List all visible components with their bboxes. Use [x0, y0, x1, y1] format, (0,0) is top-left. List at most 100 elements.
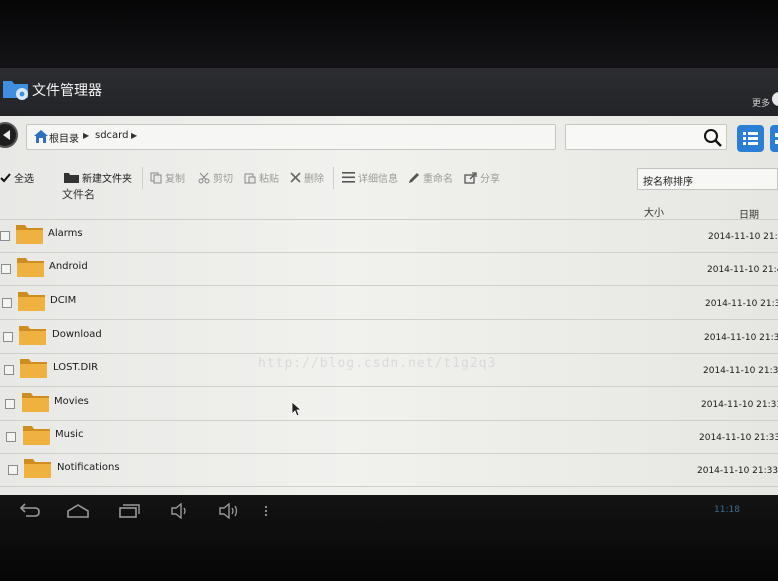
share-label: 分享: [480, 174, 500, 185]
paste-icon: [244, 173, 256, 183]
file-row[interactable]: Movies 2014-11-10 21:33: [0, 388, 778, 421]
column-header-name[interactable]: 文件名: [62, 186, 95, 202]
system-navigation-bar: [0, 495, 778, 529]
row-checkbox[interactable]: [8, 465, 18, 475]
file-date: 2014-11-10 21:4: [707, 265, 778, 275]
scissors-icon: [198, 172, 210, 183]
file-name: Download: [52, 329, 102, 340]
details-button[interactable]: 详细信息: [342, 170, 398, 186]
breadcrumb: 根目录 ▶ sdcard ▶: [26, 124, 556, 150]
file-date: 2014-11-10 21:3: [708, 232, 778, 242]
watermark: http://blog.csdn.net/t1g2q3: [258, 356, 497, 371]
status-clock: 11:18: [714, 505, 740, 515]
file-date: 2014-11-10 21:33: [697, 466, 778, 476]
folder-icon: [18, 292, 45, 311]
copy-button[interactable]: 复制: [150, 170, 185, 186]
file-row[interactable]: Music 2014-11-10 21:33: [0, 421, 778, 454]
back-icon[interactable]: [18, 503, 42, 519]
action-bar: 文件管理器 更多: [0, 68, 778, 116]
new-folder-icon: [64, 173, 79, 183]
file-date: 2014-11-10 21:33: [704, 333, 778, 343]
menu-lines-icon: [342, 172, 355, 183]
cut-label: 剪切: [213, 174, 233, 185]
device-bezel-bottom: [0, 529, 778, 581]
file-name: Notifications: [57, 462, 120, 473]
select-all-label: 全选: [14, 174, 34, 185]
sort-order-select[interactable]: 按名称排序: [637, 168, 778, 190]
cut-button[interactable]: 剪切: [198, 170, 233, 186]
app-screen: 文件管理器 更多 根目录 ▶ sdcard ▶ 全选 新建文件夹 复制 剪切 粘…: [0, 68, 778, 498]
paste-button[interactable]: 粘贴: [244, 170, 279, 186]
row-checkbox[interactable]: [2, 298, 12, 308]
overflow-menu-icon[interactable]: [772, 92, 778, 106]
file-name: LOST.DIR: [53, 362, 99, 373]
more-menu-label[interactable]: 更多: [752, 96, 770, 109]
copy-icon: [150, 172, 162, 183]
volume-up-icon[interactable]: [218, 503, 240, 519]
grid-view-button[interactable]: [770, 125, 778, 152]
check-icon: [0, 172, 11, 182]
details-label: 详细信息: [358, 174, 398, 185]
file-row[interactable]: Notifications 2014-11-10 21:33: [0, 454, 778, 487]
pencil-icon: [409, 172, 419, 183]
file-row[interactable]: Download 2014-11-10 21:33: [0, 321, 778, 354]
file-name: Android: [49, 261, 88, 272]
breadcrumb-current[interactable]: sdcard: [95, 130, 128, 141]
breadcrumb-separator-icon: ▶: [131, 131, 138, 140]
grid-view-icon: [775, 133, 778, 144]
file-row[interactable]: DCIM 2014-11-10 21:3: [0, 287, 778, 320]
file-date: 2014-11-10 21:32: [703, 366, 778, 376]
folder-icon: [24, 459, 51, 478]
share-button[interactable]: 分享: [464, 170, 500, 186]
select-all-button[interactable]: 全选: [0, 170, 34, 186]
column-header-size[interactable]: 大小: [644, 204, 664, 219]
toolbar-divider: [333, 167, 334, 189]
file-row[interactable]: Android 2014-11-10 21:4: [0, 253, 778, 286]
app-title: 文件管理器: [32, 83, 102, 99]
recent-apps-icon[interactable]: [117, 503, 141, 519]
list-view-icon: [743, 132, 758, 145]
row-checkbox[interactable]: [1, 264, 11, 274]
close-icon: [290, 172, 301, 183]
file-name: Alarms: [48, 228, 83, 239]
volume-down-icon[interactable]: [170, 503, 190, 519]
folder-icon: [16, 225, 43, 244]
back-arrow-icon[interactable]: [0, 122, 18, 148]
device-bezel-top: [0, 0, 778, 70]
file-name: Movies: [54, 396, 89, 407]
column-header-date[interactable]: 日期: [739, 206, 759, 221]
paste-label: 粘贴: [259, 174, 279, 185]
navigation-row: 根目录 ▶ sdcard ▶: [0, 116, 778, 158]
new-folder-label: 新建文件夹: [82, 174, 132, 185]
row-checkbox[interactable]: [3, 332, 13, 342]
new-folder-button[interactable]: 新建文件夹: [64, 170, 132, 186]
file-name: Music: [55, 429, 84, 440]
row-checkbox[interactable]: [5, 399, 15, 409]
folder-icon: [20, 359, 47, 378]
folder-icon: [22, 393, 49, 412]
file-name: DCIM: [50, 295, 77, 306]
delete-button[interactable]: 删除: [290, 170, 324, 186]
row-checkbox[interactable]: [0, 231, 10, 241]
file-date: 2014-11-10 21:3: [705, 299, 778, 309]
mouse-pointer-icon: [291, 401, 303, 417]
search-icon[interactable]: [703, 128, 723, 148]
breadcrumb-separator-icon: ▶: [83, 131, 90, 140]
menu-dots-icon[interactable]: [262, 503, 270, 519]
folder-gear-icon[interactable]: [2, 77, 30, 101]
share-icon: [464, 171, 477, 184]
folder-icon: [17, 258, 44, 277]
home-icon[interactable]: [66, 503, 90, 519]
file-browser: 根目录 ▶ sdcard ▶ 全选 新建文件夹 复制 剪切 粘贴 删除 详细信息…: [0, 116, 778, 498]
rename-label: 重命名: [423, 174, 453, 185]
breadcrumb-root[interactable]: 根目录: [49, 130, 79, 145]
row-checkbox[interactable]: [6, 432, 16, 442]
home-icon[interactable]: [34, 130, 48, 143]
folder-icon: [23, 426, 50, 445]
rename-button[interactable]: 重命名: [408, 170, 453, 186]
delete-label: 删除: [304, 174, 324, 185]
list-view-button[interactable]: [737, 125, 764, 152]
file-row[interactable]: Alarms 2014-11-10 21:3: [0, 220, 778, 253]
file-date: 2014-11-10 21:33: [699, 433, 778, 443]
row-checkbox[interactable]: [4, 365, 14, 375]
